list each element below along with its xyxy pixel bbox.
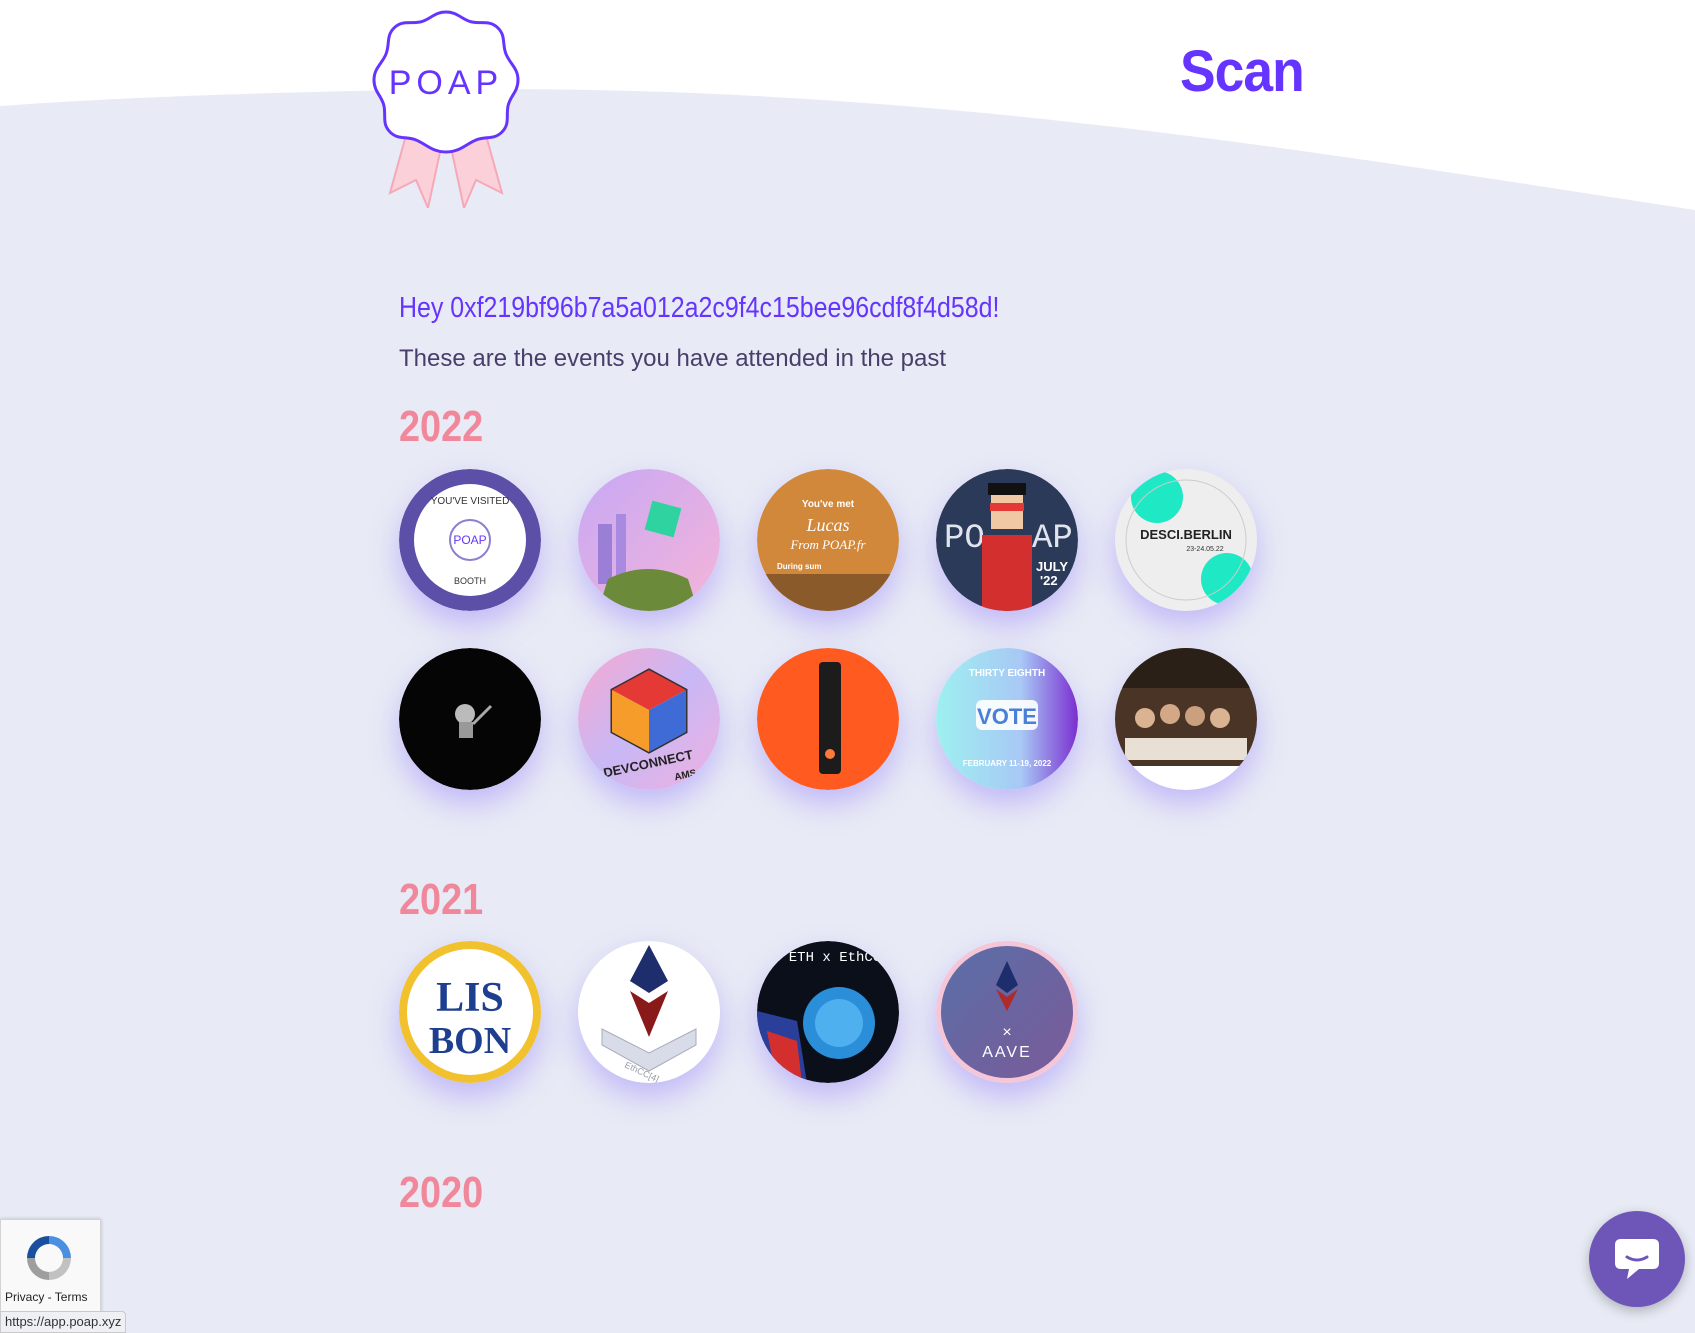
dinner-photo-badge[interactable] bbox=[1115, 648, 1257, 790]
eth-x-ethcc-badge[interactable]: ETH x EthCC bbox=[757, 941, 899, 1083]
svg-text:FEBRUARY 11-19, 2022: FEBRUARY 11-19, 2022 bbox=[963, 759, 1052, 768]
svg-text:Lucas: Lucas bbox=[805, 515, 849, 535]
ethcc-booth-badge[interactable]: YOU'VE VISITED POAP BOOTH bbox=[399, 469, 541, 611]
svg-text:You've met: You've met bbox=[802, 499, 855, 510]
year-heading-2021: 2021 bbox=[399, 875, 484, 924]
recaptcha-badge[interactable]: Privacy - Terms bbox=[0, 1219, 101, 1312]
met-lucas-badge[interactable]: You've met Lucas From POAP.fr During sum bbox=[757, 469, 899, 611]
svg-text:'22: '22 bbox=[1040, 573, 1058, 588]
ethcc4-badge[interactable]: EthCC[4] bbox=[578, 941, 720, 1083]
svg-text:THIRTY EIGHTH: THIRTY EIGHTH bbox=[969, 668, 1045, 679]
year-heading-2020: 2020 bbox=[399, 1168, 484, 1217]
scan-link[interactable]: Scan bbox=[1180, 38, 1305, 105]
svg-text:23-24.05.22: 23-24.05.22 bbox=[1186, 546, 1223, 553]
header-background bbox=[0, 0, 1695, 210]
svg-text:POAP: POAP bbox=[453, 533, 486, 547]
status-bar-url: https://app.poap.xyz bbox=[0, 1311, 127, 1333]
year-heading-2022: 2022 bbox=[399, 402, 484, 451]
devconnect-ams-badge[interactable]: DEVCONNECT AMS bbox=[578, 648, 720, 790]
thirty-eighth-vote-badge[interactable]: THIRTY EIGHTH VOTE FEBRUARY 11-19, 2022 bbox=[936, 648, 1078, 790]
recaptcha-separator: - bbox=[44, 1290, 55, 1304]
lisbon-badge[interactable]: LIS BON bbox=[399, 941, 541, 1083]
astronaut-badge[interactable] bbox=[399, 648, 541, 790]
chat-icon bbox=[1615, 1239, 1659, 1279]
chat-button[interactable] bbox=[1589, 1211, 1685, 1307]
svg-text:DESCI.BERLIN: DESCI.BERLIN bbox=[1140, 527, 1232, 542]
logo-text: POAP bbox=[389, 64, 503, 102]
svg-text:YOU'VE VISITED: YOU'VE VISITED bbox=[431, 496, 510, 507]
recaptcha-icon bbox=[27, 1236, 71, 1280]
aave-ethcc-badge[interactable]: × AAVE bbox=[936, 941, 1078, 1083]
svg-text:JULY: JULY bbox=[1036, 559, 1068, 574]
eth-barcelona-badge[interactable] bbox=[578, 469, 720, 611]
desci-berlin-badge[interactable]: DESCI.BERLIN 23-24.05.22 bbox=[1115, 469, 1257, 611]
poap-logo[interactable]: POAP bbox=[368, 8, 524, 208]
ledger-device-badge[interactable] bbox=[757, 648, 899, 790]
svg-text:ETH x EthCC: ETH x EthCC bbox=[789, 950, 881, 966]
svg-text:AP: AP bbox=[1032, 520, 1073, 558]
svg-text:PO: PO bbox=[944, 520, 985, 558]
svg-text:From POAP.fr: From POAP.fr bbox=[789, 537, 866, 552]
recaptcha-privacy-link[interactable]: Privacy bbox=[5, 1290, 44, 1304]
recaptcha-terms-link[interactable]: Terms bbox=[55, 1290, 88, 1304]
svg-text:BON: BON bbox=[429, 1020, 511, 1062]
svg-text:AAVE: AAVE bbox=[982, 1044, 1032, 1061]
svg-text:During sum: During sum bbox=[777, 562, 821, 571]
svg-text:VOTE: VOTE bbox=[977, 704, 1037, 729]
greeting-heading: Hey 0xf219bf96b7a5a012a2c9f4c15bee96cdf8… bbox=[399, 292, 1000, 324]
svg-text:×: × bbox=[1002, 1024, 1011, 1041]
subtitle-text: These are the events you have attended i… bbox=[399, 345, 947, 372]
svg-text:BOOTH: BOOTH bbox=[454, 576, 486, 586]
poap-pixel-july-badge[interactable]: PO AP JULY '22 bbox=[936, 469, 1078, 611]
svg-text:LIS: LIS bbox=[436, 975, 504, 1021]
